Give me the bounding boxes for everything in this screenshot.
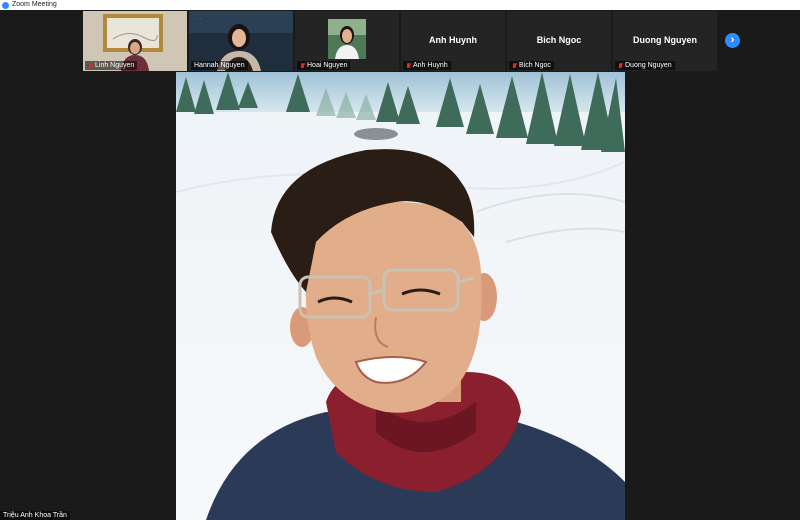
mic-muted-icon — [88, 62, 93, 69]
participant-tile[interactable]: Linh Nguyen — [83, 11, 187, 71]
participant-name: Hannah Nguyen — [194, 62, 245, 69]
participant-tile[interactable]: Duong Nguyen Duong Nguyen — [613, 11, 717, 71]
participant-name-tag: Hoai Nguyen — [297, 61, 351, 70]
participant-tile[interactable]: · · Hannah Nguyen — [189, 11, 293, 71]
mic-muted-icon — [618, 62, 623, 69]
participant-display-name: Duong Nguyen — [633, 35, 697, 45]
participant-name: Anh Huynh — [413, 62, 448, 69]
participant-name-tag: Anh Huynh — [403, 61, 451, 70]
participant-name: Hoai Nguyen — [307, 62, 348, 69]
mic-muted-icon — [300, 62, 305, 69]
mic-muted-icon — [512, 62, 517, 69]
participant-name: Duong Nguyen — [625, 62, 672, 69]
participant-name-tag: Duong Nguyen — [615, 61, 675, 70]
participant-tile[interactable]: Anh Huynh Anh Huynh — [401, 11, 505, 71]
next-page-button[interactable]: › — [725, 33, 740, 48]
participant-name-tag: Bich Ngoc — [509, 61, 554, 70]
participant-tile[interactable]: Hoai Nguyen — [295, 11, 399, 71]
title-bar: Zoom Meeting — [0, 0, 800, 10]
participant-name-tag: Linh Nguyen — [85, 61, 138, 70]
speaker-video-frame — [176, 72, 625, 520]
participant-name-tag: Hannah Nguyen — [191, 61, 248, 70]
participant-name: Bich Ngoc — [519, 62, 551, 69]
active-speaker-video — [176, 72, 625, 520]
svg-text:· ·: · · — [197, 16, 201, 21]
zoom-logo-icon — [2, 1, 9, 9]
gallery-strip: Linh Nguyen · · Hannah Nguyen Hoai Nguye… — [83, 11, 717, 71]
participant-display-name: Bich Ngoc — [536, 35, 582, 45]
active-speaker-name: Triệu Anh Khoa Trần — [0, 511, 70, 520]
window-title: Zoom Meeting — [12, 1, 57, 8]
chevron-right-icon: › — [730, 34, 735, 46]
participant-name: Linh Nguyen — [95, 62, 135, 69]
participant-tile[interactable]: Bich Ngoc Bich Ngoc — [507, 11, 611, 71]
mic-muted-icon — [406, 62, 411, 69]
participant-display-name: Anh Huynh — [429, 35, 477, 45]
